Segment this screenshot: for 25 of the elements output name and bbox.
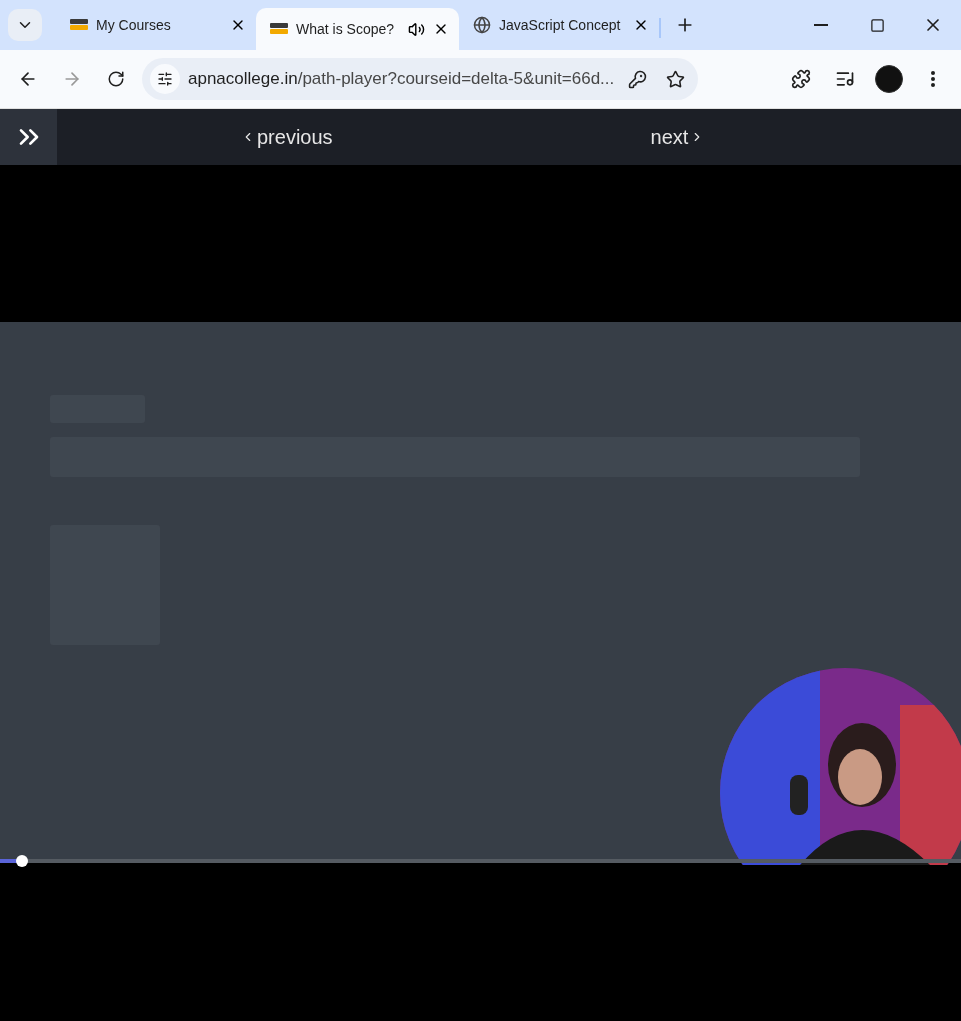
key-icon bbox=[627, 69, 647, 89]
maximize-icon bbox=[869, 17, 885, 33]
previous-link[interactable]: previous bbox=[237, 121, 337, 153]
browser-tab[interactable]: My Courses bbox=[56, 4, 256, 46]
logo-icon bbox=[270, 23, 288, 35]
star-icon bbox=[665, 69, 685, 89]
sliders-icon bbox=[157, 71, 173, 87]
tab-title: My Courses bbox=[96, 17, 172, 33]
browser-tab[interactable]: JavaScript Concept bbox=[459, 4, 659, 46]
playlist-icon bbox=[835, 69, 855, 89]
minimize-icon bbox=[814, 24, 828, 26]
url-text: apnacollege.in/path-player?courseid=delta-5&unit=66d... bbox=[188, 69, 615, 89]
tab-title: What is Scope? bbox=[296, 21, 396, 37]
logo-icon bbox=[70, 19, 88, 31]
next-link[interactable]: next bbox=[646, 121, 709, 153]
globe-icon bbox=[473, 16, 491, 34]
site-info-button[interactable] bbox=[150, 64, 180, 94]
reload-icon bbox=[107, 70, 125, 88]
tab-title: JavaScript Concept bbox=[499, 17, 622, 33]
speaker-icon[interactable] bbox=[408, 20, 425, 38]
puzzle-icon bbox=[791, 69, 811, 89]
expand-sidebar-button[interactable] bbox=[0, 109, 57, 165]
more-icon bbox=[931, 71, 935, 87]
browser-tab[interactable]: What is Scope? bbox=[256, 8, 459, 50]
address-bar[interactable]: apnacollege.in/path-player?courseid=delta-5&unit=66d... bbox=[142, 58, 699, 100]
